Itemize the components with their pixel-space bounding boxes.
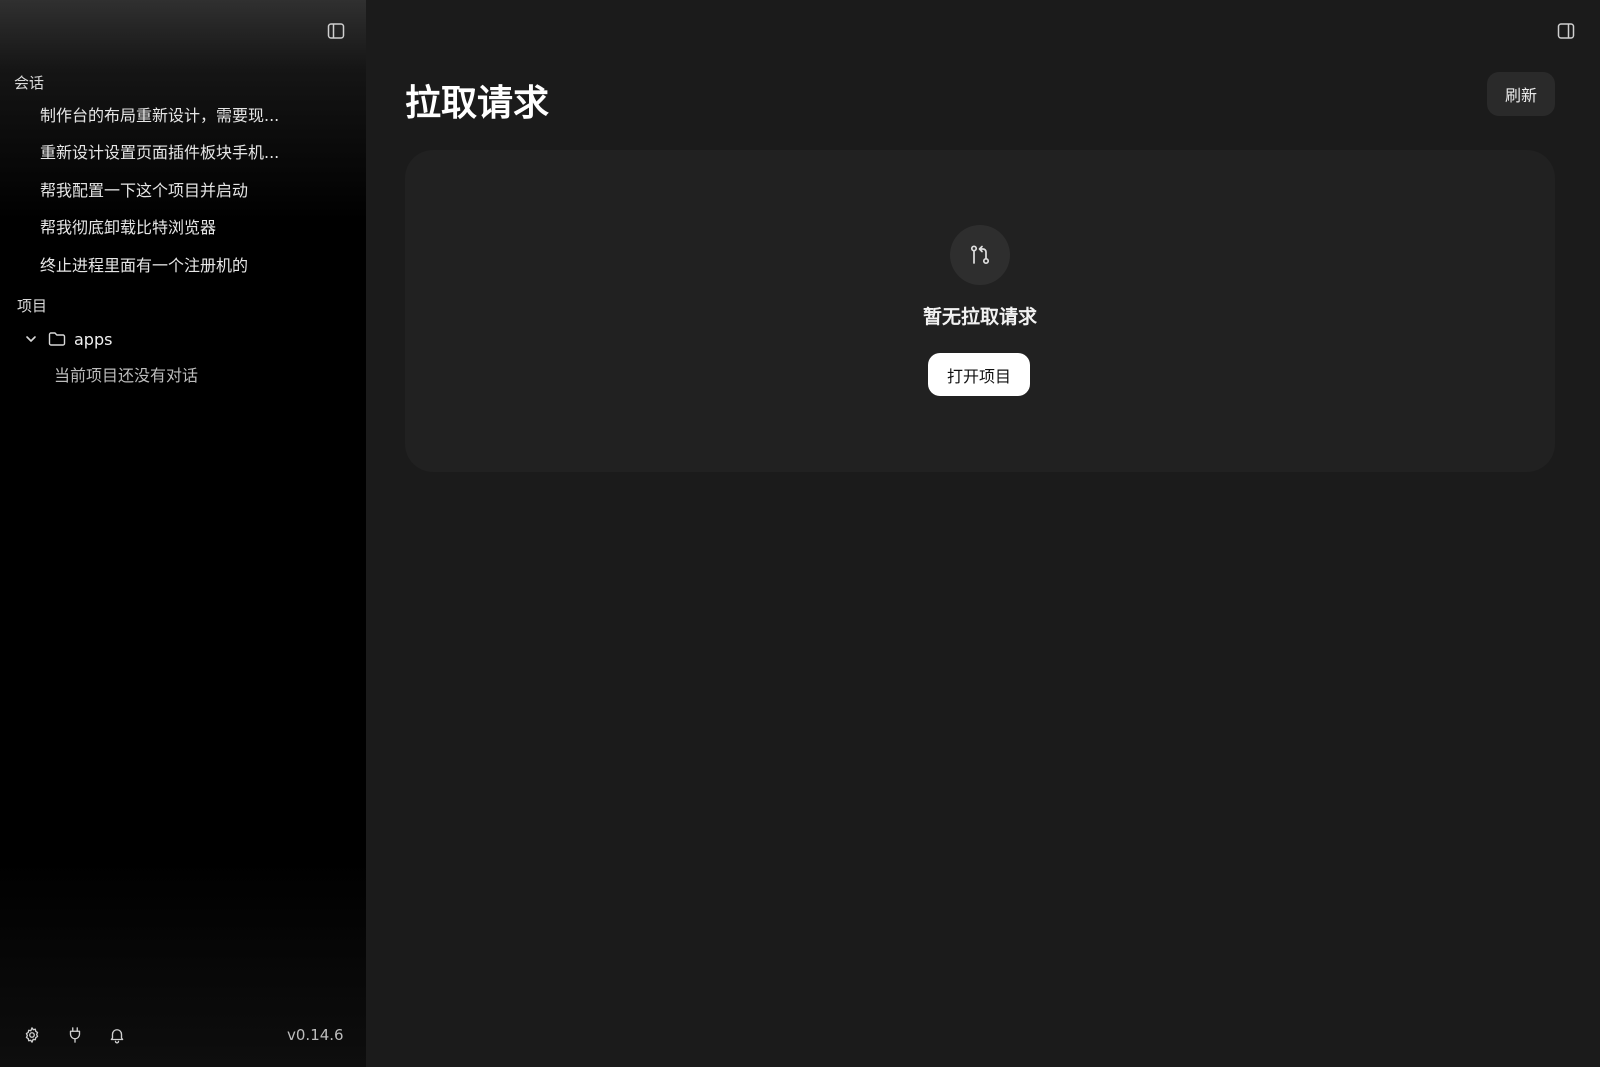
version-label: v0.14.6: [287, 1026, 344, 1044]
app-window: 会话 制作台的布局重新设计，需要现... 重新设计设置页面插件板块手机... 帮…: [0, 0, 1600, 1067]
conversation-item[interactable]: 重新设计设置页面插件板块手机...: [40, 139, 340, 167]
conversation-item[interactable]: 制作台的布局重新设计，需要现...: [40, 102, 340, 130]
conversation-item[interactable]: 帮我彻底卸载比特浏览器: [40, 214, 340, 242]
project-empty-text: 当前项目还没有对话: [54, 366, 199, 385]
project-item-apps[interactable]: apps: [24, 325, 112, 353]
page-title: 拉取请求: [405, 83, 550, 124]
sidebar-toggle-icon[interactable]: [325, 20, 347, 42]
project-name: apps: [74, 329, 113, 349]
pull-request-icon: [950, 225, 1010, 285]
settings-icon[interactable]: [22, 1025, 42, 1045]
empty-state-title: 暂无拉取请求: [922, 306, 1037, 328]
plug-icon[interactable]: [65, 1025, 85, 1045]
conversations-section-label: 会话: [14, 74, 45, 92]
open-project-button[interactable]: 打开项目: [928, 353, 1030, 396]
bell-icon[interactable]: [107, 1025, 127, 1045]
empty-state-card: 暂无拉取请求 打开项目: [405, 150, 1555, 472]
projects-section-label: 项目: [17, 297, 48, 315]
conversation-item[interactable]: 终止进程里面有一个注册机的: [40, 252, 340, 280]
sidebar: 会话 制作台的布局重新设计，需要现... 重新设计设置页面插件板块手机... 帮…: [0, 0, 366, 1067]
chevron-down-icon[interactable]: [24, 332, 38, 346]
conversation-item[interactable]: 帮我配置一下这个项目并启动: [40, 177, 340, 205]
folder-icon: [48, 331, 66, 347]
panel-toggle-icon[interactable]: [1555, 20, 1577, 42]
refresh-button[interactable]: 刷新: [1487, 72, 1555, 116]
